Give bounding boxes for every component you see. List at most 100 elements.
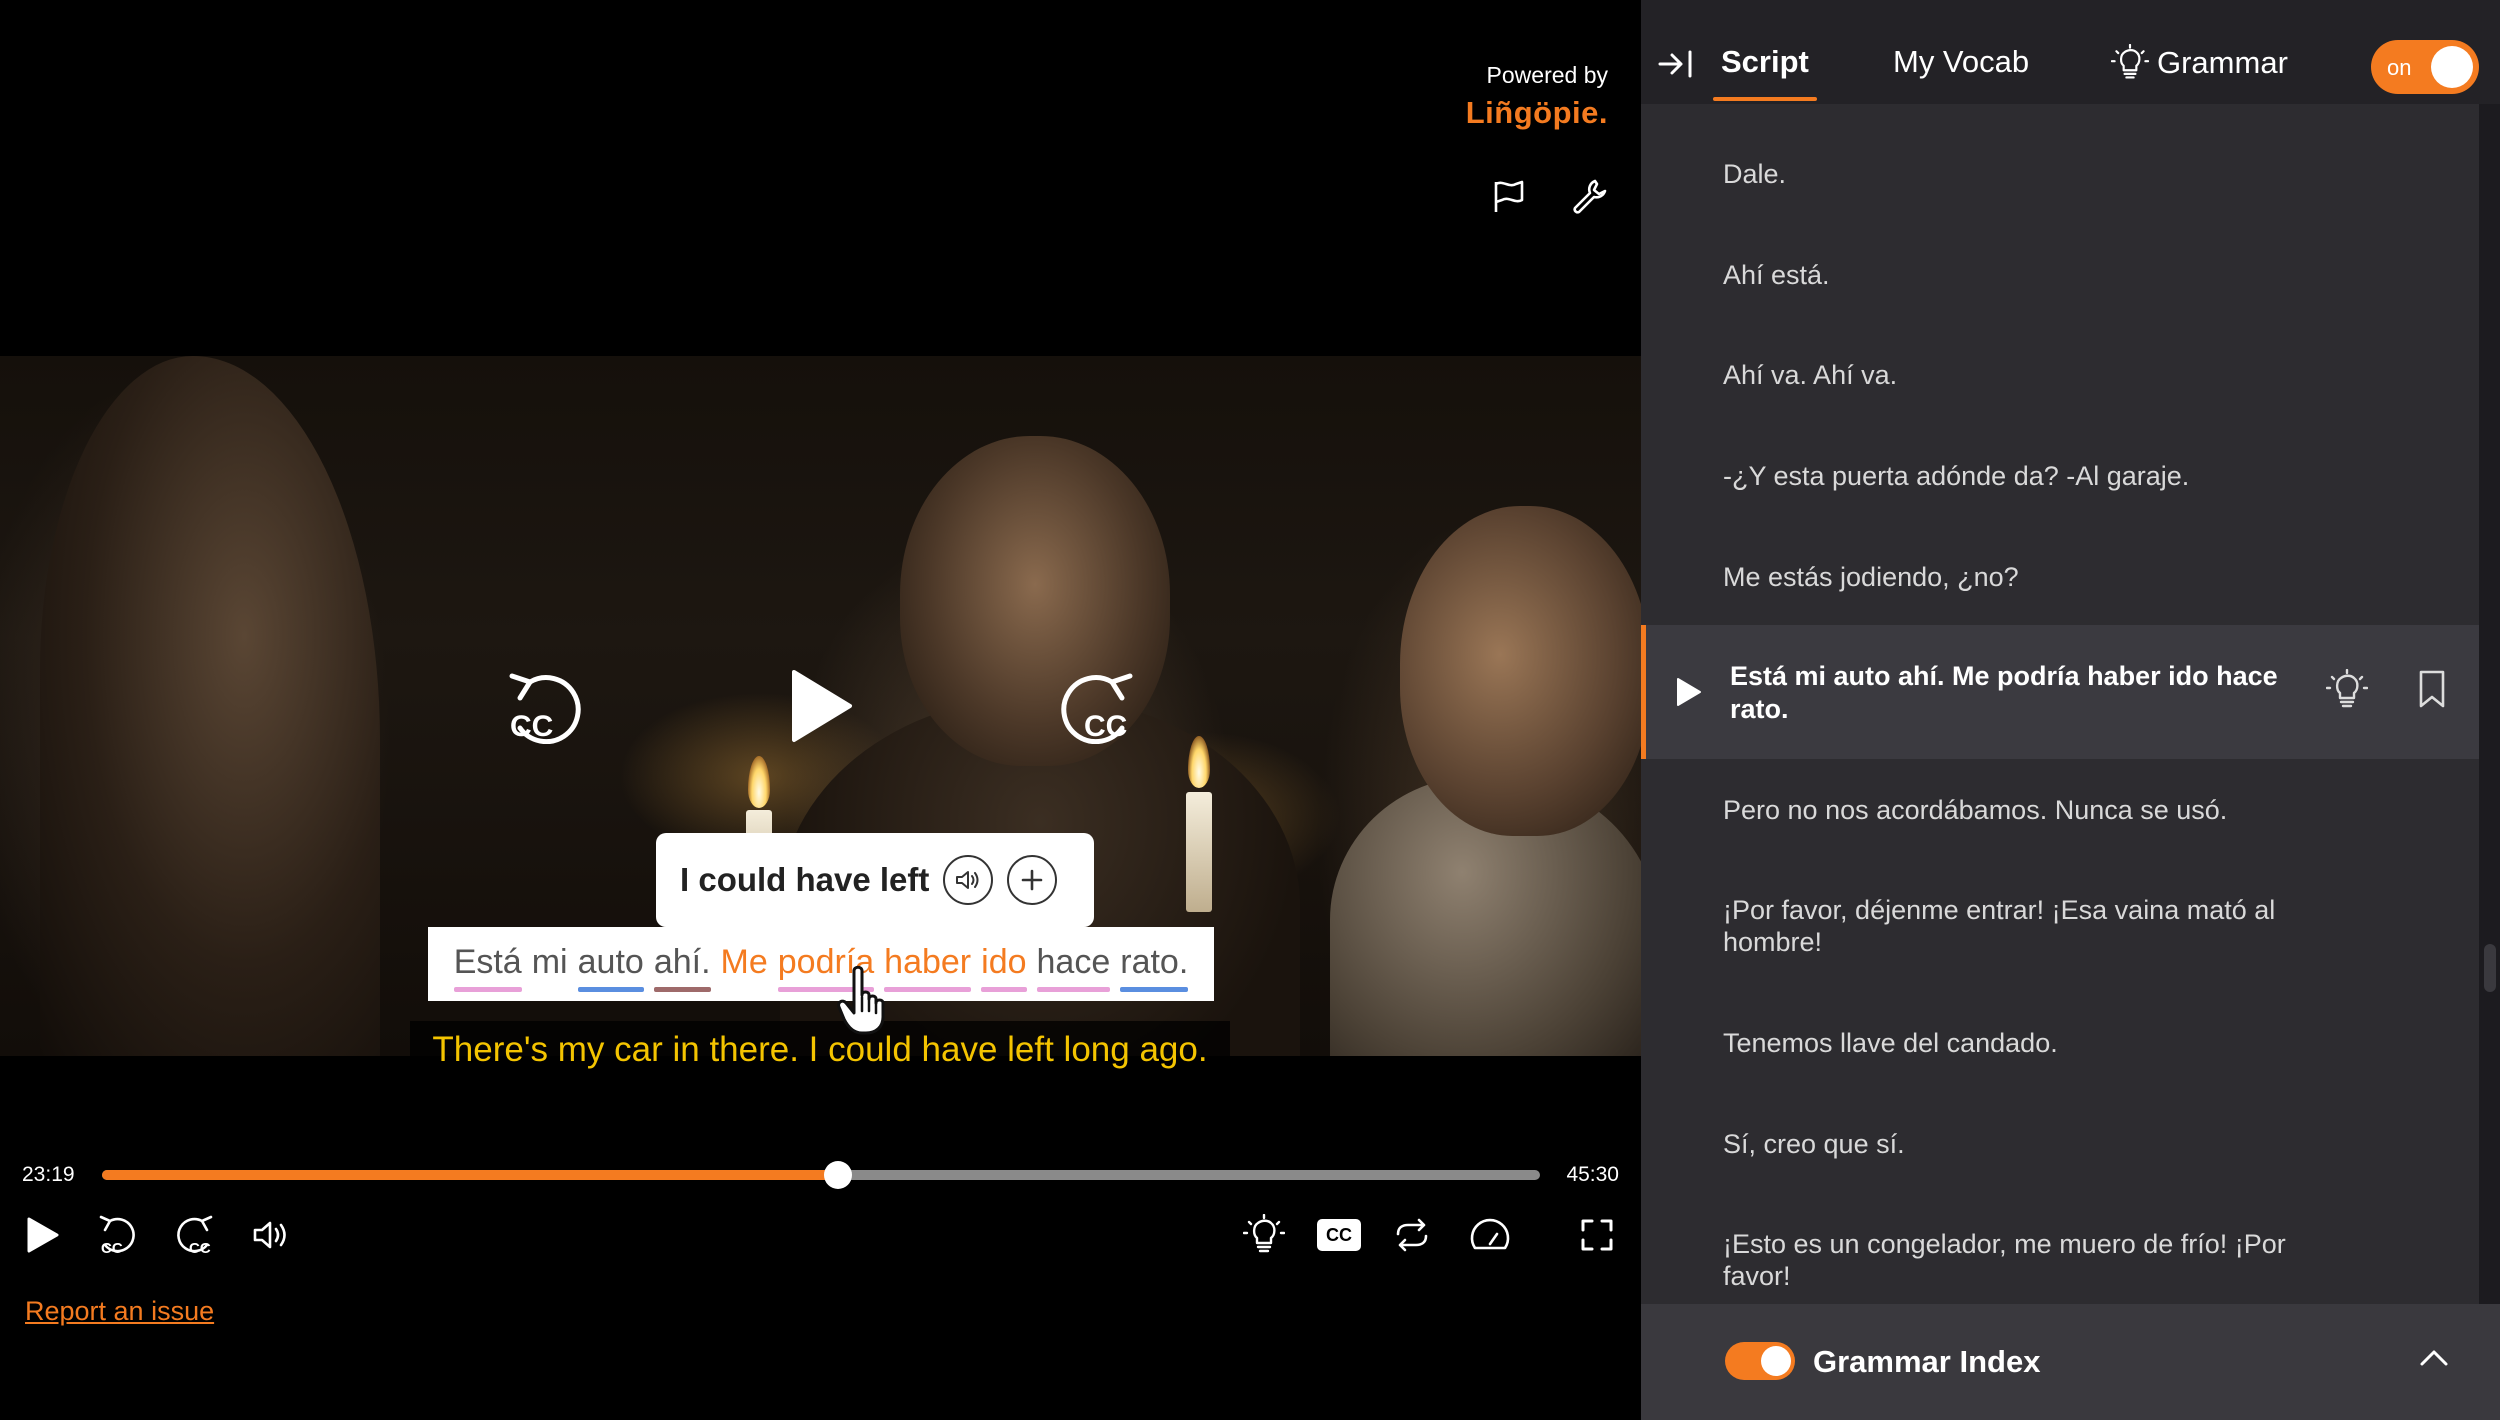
add-word-plus-icon[interactable]	[1007, 855, 1058, 905]
script-line[interactable]: ¡Esto es un congelador, me muero de frío…	[1723, 1228, 2343, 1292]
script-line[interactable]: ¡Por favor, déjenme entrar! ¡Esa vaina m…	[1723, 894, 2343, 958]
script-line[interactable]: Ahí está.	[1723, 259, 2343, 291]
loop-icon[interactable]	[1390, 1213, 1434, 1257]
svg-text:CC: CC	[189, 1240, 211, 1257]
powered-by-brand: Powered by Liñgöpie.	[1466, 62, 1608, 131]
candle	[1186, 792, 1212, 912]
subtitle-word[interactable]: Está	[453, 942, 522, 992]
subtitle-word-text: hace	[1036, 942, 1111, 981]
subtitle-word[interactable]: rato.	[1120, 942, 1189, 992]
subtitle-word[interactable]: ahí.	[653, 942, 711, 992]
lightbulb-icon[interactable]	[1242, 1213, 1286, 1257]
subtitle-word[interactable]: mi	[532, 943, 568, 986]
subtitle-word[interactable]: ido	[981, 942, 1027, 992]
current-time: 23:19	[22, 1163, 75, 1186]
powered-by-text: Powered by	[1486, 62, 1608, 88]
total-time: 45:30	[1566, 1163, 1619, 1186]
forward-subtitle-button[interactable]: CC	[1054, 668, 1142, 749]
chevron-up-icon[interactable]	[2419, 1348, 2449, 1373]
script-line[interactable]: Dale.	[1723, 158, 2343, 190]
wrench-icon[interactable]	[1569, 176, 1609, 216]
rewind-subtitle-button[interactable]: CC	[500, 668, 588, 749]
play-button[interactable]	[20, 1213, 64, 1257]
volume-icon[interactable]	[250, 1213, 294, 1257]
word-underline	[453, 986, 522, 992]
script-line[interactable]: Sí, creo que sí.	[1723, 1128, 2343, 1160]
play-button-large[interactable]	[786, 668, 856, 749]
subtitle-target-language: Está mi auto ahí. Me podría haber ido hace rato.	[428, 927, 1214, 1001]
tab-grammar[interactable]: Grammar	[2111, 44, 2288, 82]
active-line-text: Está mi auto ahí. Me podría haber ido ha…	[1730, 661, 2278, 724]
subtitle-word-text: Me	[720, 942, 768, 981]
script-panel: Script My Vocab Grammar on Dale. Ahí est…	[1641, 0, 2500, 1420]
bookmark-icon[interactable]	[2416, 669, 2448, 714]
subtitle-word[interactable]: hace	[1036, 942, 1111, 992]
speedometer-icon[interactable]	[1468, 1213, 1512, 1257]
panel-header: Script My Vocab Grammar on	[1641, 0, 2500, 104]
svg-text:CC: CC	[1084, 710, 1127, 743]
subtitle-word-text: auto	[577, 942, 644, 981]
subtitle-word[interactable]: Me	[721, 943, 768, 986]
toggle-knob	[1761, 1346, 1791, 1376]
word-underline	[981, 986, 1027, 992]
script-line[interactable]: Ahí va. Ahí va.	[1723, 359, 2343, 391]
play-line-icon[interactable]	[1674, 677, 1702, 712]
tab-grammar-label: Grammar	[2157, 45, 2288, 80]
word-underline	[1036, 986, 1111, 992]
candle-flame	[1188, 736, 1210, 788]
candle-flame	[748, 756, 770, 808]
script-line[interactable]: Tenemos llave del candado.	[1723, 1027, 2343, 1059]
subtitle-word-text: rato.	[1120, 942, 1189, 981]
subtitle-word-text: Está	[453, 942, 522, 981]
subtitle-word[interactable]: haber	[884, 942, 972, 992]
grammar-index-toggle[interactable]	[1725, 1342, 1795, 1380]
grammar-toggle[interactable]: on	[2371, 40, 2479, 94]
word-underline	[884, 986, 972, 992]
lingopie-logo: Liñgöpie.	[1465, 95, 1608, 130]
subtitle-translation: There's my car in there. I could have le…	[410, 1021, 1230, 1079]
tooltip-translation: I could have left	[680, 861, 930, 898]
word-underline	[653, 986, 711, 992]
progress-handle[interactable]	[824, 1161, 853, 1189]
collapse-panel-icon[interactable]	[1657, 44, 1697, 89]
progress-fill	[102, 1170, 839, 1180]
tab-script[interactable]: Script	[1721, 44, 1809, 80]
script-line[interactable]: Pero no nos acordábamos. Nunca se usó.	[1723, 794, 2343, 826]
toggle-state-label: on	[2387, 55, 2412, 80]
lightbulb-icon	[2111, 44, 2149, 82]
script-list[interactable]: Dale. Ahí está. Ahí va. Ahí va. -¿Y esta…	[1641, 104, 2479, 1304]
script-line-active[interactable]: Está mi auto ahí. Me podría haber ido ha…	[1641, 625, 2479, 759]
video-figure-left	[40, 356, 380, 1056]
grammar-index-label: Grammar Index	[1813, 1344, 2041, 1379]
translation-tooltip: I could have left	[656, 833, 1094, 927]
subtitle-word-text: haber	[884, 942, 972, 981]
lightbulb-icon[interactable]	[2325, 668, 2369, 716]
scrollbar-thumb[interactable]	[2484, 944, 2496, 992]
progress-bar[interactable]	[102, 1161, 1540, 1189]
video-figure-right	[1400, 506, 1641, 836]
flag-icon[interactable]	[1489, 176, 1529, 216]
script-line[interactable]: -¿Y esta puerta adónde da? -Al garaje.	[1723, 460, 2343, 492]
fullscreen-icon[interactable]	[1575, 1213, 1619, 1257]
word-underline	[577, 986, 644, 992]
cc-label: CC	[1326, 1224, 1352, 1245]
speaker-icon[interactable]	[943, 855, 994, 905]
rewind-subtitle-small-button[interactable]: CC	[95, 1213, 139, 1257]
grammar-index-bar[interactable]: Grammar Index	[1641, 1304, 2500, 1420]
subtitle-word-text: ido	[981, 942, 1027, 981]
tab-my-vocab[interactable]: My Vocab	[1893, 44, 2029, 80]
subtitle-word[interactable]: auto	[577, 942, 644, 992]
hand-pointer-icon	[836, 965, 892, 1040]
video-player[interactable]: Powered by Liñgöpie. CC CC I could have …	[0, 0, 1641, 1420]
svg-text:CC: CC	[101, 1240, 123, 1257]
subtitle-word-text: ahí.	[653, 942, 711, 981]
script-scrollbar[interactable]	[2479, 104, 2500, 1304]
forward-subtitle-small-button[interactable]: CC	[173, 1213, 217, 1257]
subtitle-word-text: mi	[531, 942, 568, 981]
toggle-knob	[2431, 46, 2473, 88]
tab-script-underline	[1713, 97, 1817, 101]
script-line[interactable]: Me estás jodiendo, ¿no?	[1723, 561, 2343, 593]
cc-toggle-button[interactable]: CC	[1316, 1213, 1362, 1257]
report-issue-link[interactable]: Report an issue	[25, 1296, 214, 1327]
svg-text:CC: CC	[510, 710, 553, 743]
